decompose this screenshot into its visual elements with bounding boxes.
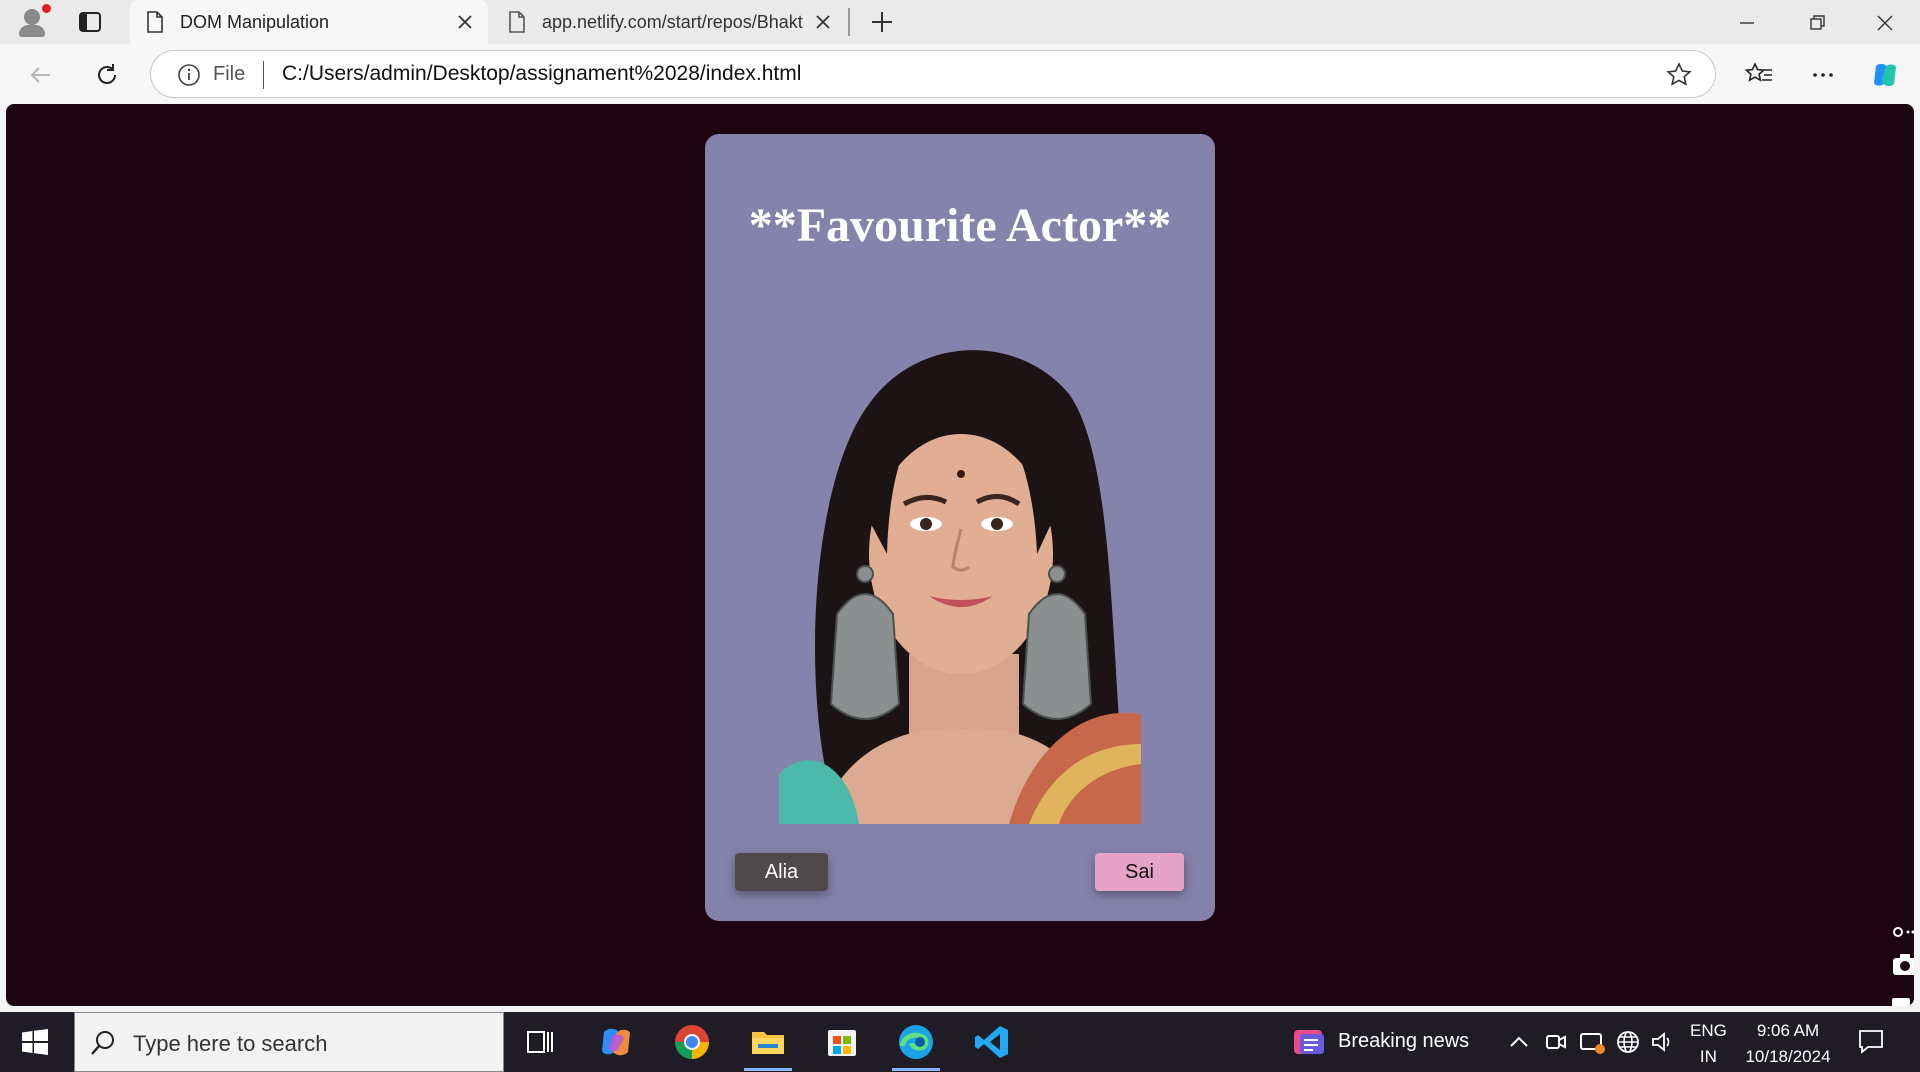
- browser-tab-strip: DOM Manipulation app.netlify.com/start/r…: [0, 0, 1920, 44]
- news-widget[interactable]: Breaking news: [1290, 1024, 1480, 1060]
- favorite-star-icon[interactable]: [1665, 61, 1693, 89]
- actor-portrait-photo: [779, 324, 1141, 824]
- scheme-label: File: [213, 63, 246, 85]
- info-icon[interactable]: [177, 63, 201, 87]
- search-placeholder: Type here to search: [133, 1031, 328, 1056]
- device-status-icon[interactable]: [1578, 1028, 1606, 1056]
- tab-actions-icon[interactable]: [76, 8, 104, 36]
- close-tab-icon[interactable]: [812, 11, 834, 33]
- language-code: ENG: [1690, 1021, 1727, 1040]
- file-explorer-active-indicator: [744, 1068, 792, 1071]
- volume-icon[interactable]: [1648, 1028, 1676, 1056]
- clock-date: 10/18/2024: [1745, 1047, 1831, 1066]
- windows-start-icon[interactable]: [22, 1029, 48, 1055]
- copilot-app-icon[interactable]: [596, 1022, 636, 1062]
- more-options-icon[interactable]: [1806, 58, 1840, 92]
- microsoft-store-icon[interactable]: [822, 1022, 862, 1062]
- close-window-icon[interactable]: [1868, 6, 1902, 40]
- new-tab-icon[interactable]: [866, 6, 898, 38]
- show-hidden-icons-chevron-icon[interactable]: [1505, 1028, 1533, 1056]
- tab-divider: [848, 8, 850, 36]
- camera-icon[interactable]: [1890, 950, 1914, 980]
- windows-taskbar: Type here to search Breaking news ENG IN…: [0, 1012, 1920, 1072]
- clock-time: 9:06 AM: [1756, 1021, 1820, 1040]
- edge-active-indicator: [892, 1068, 940, 1071]
- alia-button[interactable]: Alia: [735, 853, 828, 891]
- tab-title: app.netlify.com/start/repos/Bhakt: [542, 11, 803, 32]
- news-label: Breaking news: [1338, 1030, 1470, 1052]
- page-title: **Favourite Actor**: [748, 199, 1172, 252]
- address-divider: [263, 61, 264, 89]
- sai-button[interactable]: Sai: [1095, 853, 1184, 891]
- chrome-icon[interactable]: [672, 1022, 712, 1062]
- edge-icon[interactable]: [896, 1022, 936, 1062]
- tab-netlify[interactable]: app.netlify.com/start/repos/Bhakt: [492, 0, 846, 44]
- favorites-icon[interactable]: [1742, 58, 1776, 92]
- minimize-icon[interactable]: [1730, 6, 1764, 40]
- taskbar-search-box[interactable]: Type here to search: [74, 1012, 504, 1072]
- network-globe-icon[interactable]: [1614, 1028, 1642, 1056]
- page-viewport: **Favourite Actor** Alia Sai: [6, 104, 1914, 1006]
- file-explorer-icon[interactable]: [748, 1022, 788, 1062]
- capture-options-icon[interactable]: [1890, 922, 1914, 942]
- capture-toolbar: [1886, 922, 1914, 1006]
- copilot-icon[interactable]: [1868, 58, 1902, 92]
- profile-avatar-icon[interactable]: [14, 4, 51, 40]
- vscode-icon[interactable]: [972, 1022, 1012, 1062]
- search-icon: [91, 1031, 114, 1055]
- task-view-icon[interactable]: [520, 1022, 560, 1062]
- video-record-icon[interactable]: [1890, 990, 1914, 1006]
- language-indicator[interactable]: ENG IN: [1690, 1018, 1727, 1070]
- back-icon[interactable]: [24, 58, 58, 92]
- refresh-icon[interactable]: [90, 58, 124, 92]
- actor-card: **Favourite Actor** Alia Sai: [705, 134, 1215, 921]
- tab-title: DOM Manipulation: [180, 11, 330, 32]
- address-bar[interactable]: File C:/Users/admin/Desktop/assignament%…: [150, 50, 1716, 98]
- restore-icon[interactable]: [1800, 6, 1834, 40]
- page-icon: [147, 11, 163, 33]
- page-icon: [509, 11, 525, 33]
- tab-dom-manipulation[interactable]: DOM Manipulation: [130, 0, 488, 44]
- region-code: IN: [1699, 1047, 1717, 1066]
- news-icon: [1294, 1030, 1324, 1054]
- browser-toolbar: File C:/Users/admin/Desktop/assignament%…: [0, 44, 1920, 104]
- close-tab-icon[interactable]: [454, 11, 476, 33]
- system-clock[interactable]: 9:06 AM 10/18/2024: [1740, 1018, 1836, 1070]
- url-text[interactable]: C:/Users/admin/Desktop/assignament%2028/…: [282, 62, 801, 86]
- notifications-icon[interactable]: [1856, 1026, 1886, 1056]
- meet-now-icon[interactable]: [1542, 1028, 1570, 1056]
